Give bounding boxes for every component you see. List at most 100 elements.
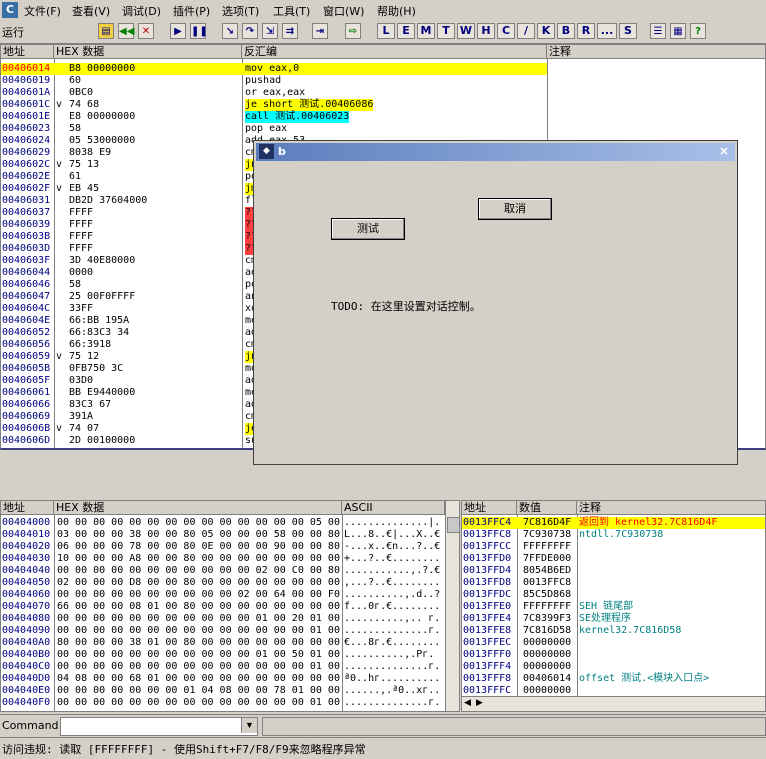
dump-row[interactable]: 00404010 03 00 00 00 38 00 00 80 05 00 00… xyxy=(1,529,445,541)
stack-row[interactable]: 0013FFEC 00000000 xyxy=(462,637,765,649)
trace-over-icon[interactable]: ⇉ xyxy=(282,23,298,39)
command-input[interactable]: ▼ xyxy=(60,717,258,736)
dump-row[interactable]: 004040E0 00 00 00 00 00 00 00 01 04 08 00… xyxy=(1,685,445,697)
stack-row[interactable]: 0013FFE0 FFFFFFFF SEH 链尾部 xyxy=(462,601,765,613)
dump-row[interactable]: 00404070 66 00 00 00 08 01 00 80 00 00 00… xyxy=(1,601,445,613)
stack-value: 0013FFC8 xyxy=(523,577,572,588)
test-button[interactable]: 测试 xyxy=(331,218,405,240)
help-icon[interactable]: ? xyxy=(690,23,706,39)
dump-address: 00404090 xyxy=(2,625,51,636)
dump-row[interactable]: 004040B0 00 00 00 00 00 00 00 00 00 00 00… xyxy=(1,649,445,661)
step-over-icon[interactable]: ↷ xyxy=(242,23,258,39)
goto-icon[interactable]: ⇨ xyxy=(345,23,361,39)
disasm-address: 0040605B xyxy=(2,363,51,374)
menu-item[interactable]: 帮助(H) xyxy=(377,3,416,19)
toolbar-letter-button[interactable]: H xyxy=(477,23,495,39)
list-icon[interactable]: ☰ xyxy=(650,23,666,39)
stack-row[interactable]: 0013FFF8 00406014 offset 测试.<模块入口点> xyxy=(462,673,765,685)
stack-row[interactable]: 0013FFF0 00000000 xyxy=(462,649,765,661)
dump-row[interactable]: 00404000 00 00 00 00 00 00 00 00 00 00 00… xyxy=(1,517,445,529)
disasm-row[interactable]: 00406019 60 pushad xyxy=(1,75,547,87)
stack-header-address[interactable]: 地址 xyxy=(462,501,517,515)
toolbar-letter-button[interactable]: R xyxy=(577,23,595,39)
stack-row[interactable]: 0013FFE4 7C8399F3 SE处理程序 xyxy=(462,613,765,625)
stack-row[interactable]: 0013FFD4 8054B6ED xyxy=(462,565,765,577)
disasm-row[interactable]: 0040601C v 74 68 je short 测试.00406086 xyxy=(1,99,547,111)
menu-item[interactable]: 插件(P) xyxy=(173,3,210,19)
grid-icon[interactable]: ▦ xyxy=(670,23,686,39)
dialog-close-icon[interactable]: × xyxy=(719,144,729,158)
toolbar-letter-button[interactable]: S xyxy=(619,23,637,39)
stack-row[interactable]: 0013FFCC FFFFFFFF xyxy=(462,541,765,553)
menu-item[interactable]: 文件(F) xyxy=(24,3,61,19)
stack-row[interactable]: 0013FFF4 00000000 xyxy=(462,661,765,673)
stack-pane[interactable]: 地址 数值 注释 0013FFC4 7C816D4F 返回到 kernel32.7C… xyxy=(461,500,766,712)
open-icon[interactable]: ▤ xyxy=(98,23,114,39)
menu-item[interactable]: 选项(T) xyxy=(222,3,259,19)
menu-item[interactable]: 窗口(W) xyxy=(323,3,364,19)
dump-row[interactable]: 00404060 00 00 00 00 00 00 00 00 00 00 02… xyxy=(1,589,445,601)
pause-icon[interactable]: ❚❚ xyxy=(190,23,208,39)
stack-header-value[interactable]: 数值 xyxy=(517,501,577,515)
dump-row[interactable]: 00404080 00 00 00 00 00 00 00 00 00 00 00… xyxy=(1,613,445,625)
dump-header-hex[interactable]: HEX 数据 xyxy=(54,501,342,515)
dump-row[interactable]: 00404030 10 00 00 00 A8 00 00 80 00 00 00… xyxy=(1,553,445,565)
command-label: Command : xyxy=(2,719,66,732)
toolbar-letter-button[interactable]: K xyxy=(537,23,555,39)
dump-row[interactable]: 004040C0 00 00 00 00 00 00 00 00 00 00 00… xyxy=(1,661,445,673)
col-header-disasm[interactable]: 反汇编 xyxy=(242,45,547,59)
toolbar-letter-button[interactable]: T xyxy=(437,23,455,39)
toolbar-letter-button[interactable]: ... xyxy=(597,23,617,39)
menu-item[interactable]: 查看(V) xyxy=(72,3,110,19)
stack-row[interactable]: 0013FFC8 7C930738 ntdll.7C930738 xyxy=(462,529,765,541)
restart-icon[interactable]: ◀◀ xyxy=(118,23,134,39)
dump-row[interactable]: 004040A0 80 00 00 00 38 01 00 80 00 00 00… xyxy=(1,637,445,649)
col-header-hex[interactable]: HEX 数据 xyxy=(54,45,242,59)
dump-row[interactable]: 00404040 00 00 00 00 00 00 00 00 00 00 00… xyxy=(1,565,445,577)
chevron-down-icon[interactable]: ▼ xyxy=(241,718,257,733)
run-icon[interactable]: ▶ xyxy=(170,23,186,39)
execute-till-return-icon[interactable]: ⇥ xyxy=(312,23,328,39)
stack-row[interactable]: 0013FFD8 0013FFC8 xyxy=(462,577,765,589)
disasm-row[interactable]: 0040601E E8 00000000 call 测试.00406023 xyxy=(1,111,547,123)
toolbar-letter-button[interactable]: M xyxy=(417,23,435,39)
close-icon[interactable]: ✕ xyxy=(138,23,154,39)
dump-hex: 00 00 00 00 00 00 00 00 00 00 02 00 64 0… xyxy=(57,589,340,600)
toolbar-letter-button[interactable]: C xyxy=(497,23,515,39)
dump-hex: 02 00 00 00 D8 00 00 80 00 00 00 00 00 0… xyxy=(57,577,340,588)
stack-row[interactable]: 0013FFE8 7C816D58 kernel32.7C816D58 xyxy=(462,625,765,637)
disasm-row[interactable]: 00406023 58 pop eax xyxy=(1,123,547,135)
disasm-row[interactable]: 00406014 B8 00000000 mov eax,0 xyxy=(1,63,547,75)
app-icon[interactable]: C xyxy=(2,2,18,18)
stack-hscrollbar[interactable]: ◀ ▶ xyxy=(462,696,765,711)
dump-header-ascii[interactable]: ASCII xyxy=(342,501,445,515)
dump-row[interactable]: 00404020 06 00 00 00 78 00 00 80 0E 00 00… xyxy=(1,541,445,553)
cancel-button[interactable]: 取消 xyxy=(478,198,552,220)
stack-row[interactable]: 0013FFDC 85C5D868 xyxy=(462,589,765,601)
dump-pane[interactable]: 地址 HEX 数据 ASCII 00404000 00 00 00 00 00 0… xyxy=(0,500,460,712)
step-into-icon[interactable]: ↘ xyxy=(222,23,238,39)
col-header-address[interactable]: 地址 xyxy=(1,45,54,59)
stack-row[interactable]: 0013FFC4 7C816D4F 返回到 kernel32.7C816D4F xyxy=(462,517,765,529)
dialog-titlebar[interactable]: ◆ b × xyxy=(256,143,735,161)
toolbar-letter-button[interactable]: W xyxy=(457,23,475,39)
toolbar-letter-button[interactable]: B xyxy=(557,23,575,39)
trace-into-icon[interactable]: ⇲ xyxy=(262,23,278,39)
dump-header-address[interactable]: 地址 xyxy=(1,501,54,515)
dump-row[interactable]: 004040F0 00 00 00 00 00 00 00 00 00 00 00… xyxy=(1,697,445,709)
menu-item[interactable]: 工具(T) xyxy=(273,3,310,19)
disasm-row[interactable]: 0040601A 0BC0 or eax,eax xyxy=(1,87,547,99)
disasm-hex: 66:BB 195A xyxy=(69,315,130,326)
toolbar-letter-button[interactable]: E xyxy=(397,23,415,39)
dump-row[interactable]: 00404090 00 00 00 00 00 00 00 00 00 00 00… xyxy=(1,625,445,637)
dump-row[interactable]: 00404050 02 00 00 00 D8 00 00 80 00 00 00… xyxy=(1,577,445,589)
col-header-comment[interactable]: 注释 xyxy=(547,45,765,59)
toolbar-letter-button[interactable]: L xyxy=(377,23,395,39)
menu-item[interactable]: 调试(D) xyxy=(122,3,161,19)
stack-address: 0013FFF8 xyxy=(463,673,512,684)
dump-row[interactable]: 004040D0 04 08 00 00 68 01 00 00 00 00 00… xyxy=(1,673,445,685)
toolbar-letter-button[interactable]: / xyxy=(517,23,535,39)
stack-header-comment[interactable]: 注释 xyxy=(577,501,765,515)
stack-row[interactable]: 0013FFD0 7FFDE000 xyxy=(462,553,765,565)
dump-scrollbar[interactable] xyxy=(445,501,459,711)
